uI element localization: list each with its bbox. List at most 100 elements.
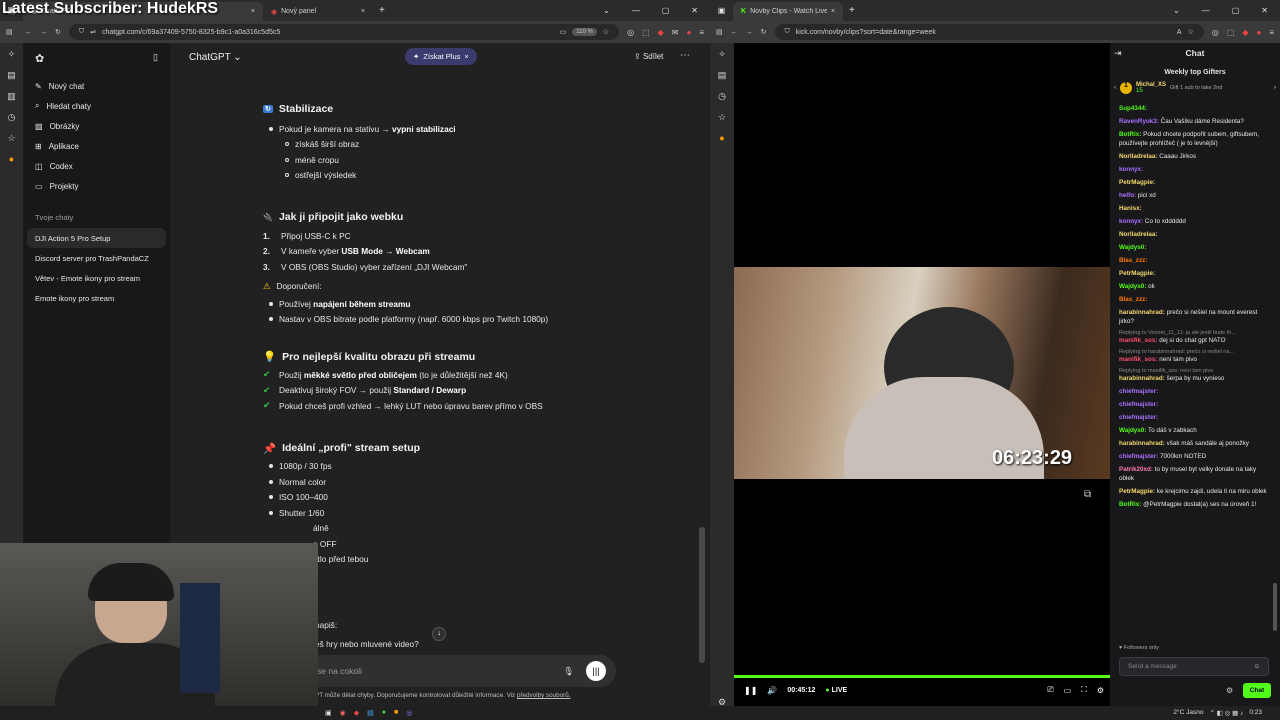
extension-icon[interactable]: ◆ [1242, 28, 1248, 37]
history-icon[interactable]: ◷ [718, 91, 726, 102]
chat-username[interactable]: chiefmajster: [1119, 453, 1158, 460]
menu-icon[interactable]: ≡ [699, 28, 704, 37]
extension-icon[interactable]: ✉ [672, 28, 679, 37]
close-sidebar-icon[interactable]: ▯ [153, 52, 158, 65]
tab-list-icon[interactable]: ⌄ [1173, 6, 1180, 15]
theater-icon[interactable]: ▭ [1064, 686, 1072, 695]
chat-username[interactable]: harabinnahrad: [1119, 375, 1165, 382]
video-player[interactable]: 06:23:29 ⧉ ❚❚ 🔊 00:45:12 ● LIVE ⎚ ▭ ⛶ ⚙ [734, 43, 1110, 713]
app-icon[interactable]: ◉ [340, 709, 346, 717]
chat-username[interactable]: PetrMagpie: [1119, 179, 1155, 186]
url-field[interactable]: ⛉ kick.com/novby/clips?sort=date&range=we… [774, 24, 1204, 40]
tab-new[interactable]: ◉ Nový panel × [263, 2, 373, 21]
extension-icon[interactable]: ⬚ [642, 28, 650, 37]
more-options-icon[interactable]: ⋯ [680, 50, 690, 61]
forward-icon[interactable]: → [746, 29, 753, 36]
microphone-icon[interactable]: 🎙 [563, 666, 574, 677]
volume-icon[interactable]: 🔊 [767, 686, 777, 695]
sidebar-item-apps[interactable]: ⊞ Aplikace [23, 136, 170, 156]
chat-username[interactable]: BotRix: [1119, 501, 1141, 508]
progress-track[interactable] [734, 675, 1110, 678]
chat-item[interactable]: Discord server pro TrashPandaCZ [23, 248, 170, 268]
chat-username[interactable]: Wajdys0: [1119, 427, 1146, 434]
emoji-icon[interactable]: ☺ [1253, 663, 1260, 670]
chat-username[interactable]: Blas_zzz: [1119, 257, 1147, 264]
chat-username[interactable]: manifik_sos: [1119, 337, 1158, 344]
clock[interactable]: 0:23 [1249, 709, 1262, 717]
tab-kick[interactable]: K Novby Clips - Watch Live o × [733, 2, 843, 21]
chat-username[interactable]: manifik_sos: [1119, 356, 1158, 363]
picture-in-picture-icon[interactable]: ⧉ [1084, 489, 1091, 500]
collapse-chat-icon[interactable]: ⇥ [1114, 48, 1122, 59]
chevron-right-icon[interactable]: › [1274, 85, 1276, 91]
voice-mode-button[interactable]: ||| [586, 661, 606, 681]
extension-icon[interactable]: ● [9, 154, 14, 164]
composer-input[interactable]: se na cokoli [317, 666, 362, 676]
app-icon[interactable]: ◆ [354, 709, 359, 717]
new-tab-button[interactable]: + [843, 5, 861, 16]
star-icon[interactable]: ☆ [718, 112, 726, 123]
translate-icon[interactable]: A [1177, 29, 1182, 36]
sidebar-icon[interactable]: ▤ [6, 28, 17, 36]
bookmarks-icon[interactable]: ▤ [718, 70, 727, 81]
message-input[interactable]: Send a message ☺ [1119, 657, 1269, 676]
send-chat-button[interactable]: Chat [1243, 683, 1271, 698]
chat-username[interactable]: Hanisx: [1119, 205, 1142, 212]
tray-icons[interactable]: ⌃ ◧ ◎ ▦ ♪ [1209, 709, 1243, 717]
minimize-icon[interactable]: — [632, 6, 640, 15]
new-tab-button[interactable]: + [373, 5, 391, 16]
share-button[interactable]: ⇪ Sdílet [634, 52, 663, 61]
bookmarks-icon[interactable]: ▤ [7, 70, 16, 81]
url-field[interactable]: ⛉ ⇌ chatgpt.com/c/69a37409-5750-8325-b9c1… [68, 24, 620, 40]
zoom-badge[interactable]: 110 % [572, 28, 597, 36]
chat-username[interactable]: chiefmajster: [1119, 388, 1158, 395]
maximize-icon[interactable]: ▢ [662, 6, 670, 15]
pause-icon[interactable]: ❚❚ [744, 686, 757, 695]
extension-icon[interactable]: ● [1256, 28, 1261, 37]
app-icon[interactable]: ■ [394, 709, 398, 717]
chat-username[interactable]: chiefmajster: [1119, 414, 1158, 421]
get-plus-button[interactable]: ✦ Získat Plus × [405, 48, 477, 65]
sidebar-toggle-icon[interactable]: ▣ [710, 6, 733, 15]
preferences-link[interactable]: předvolby souborů. [517, 692, 571, 699]
chat-username[interactable]: Sup4344: [1119, 105, 1147, 112]
settings-icon[interactable]: ⚙ [1097, 686, 1104, 695]
chat-username[interactable]: Norlladrelaa: [1119, 153, 1158, 160]
chat-username[interactable]: RavenRyuk3: [1119, 118, 1159, 125]
sidebar-item-search[interactable]: ⌕ Hledat chaty [23, 96, 170, 116]
extension-icon[interactable]: ◎ [627, 28, 634, 37]
chevron-left-icon[interactable]: ‹ [1114, 85, 1116, 91]
extension-icon[interactable]: ◆ [658, 28, 664, 37]
chat-scrollbar[interactable] [1273, 583, 1277, 631]
reload-icon[interactable]: ↻ [761, 28, 767, 36]
tab-list-icon[interactable]: ⌄ [603, 6, 610, 15]
chat-username[interactable]: PetrMagpie: [1119, 488, 1155, 495]
model-selector[interactable]: ChatGPT ⌄ [189, 52, 242, 63]
bookmark-star-icon[interactable]: ☆ [1188, 28, 1194, 36]
chat-username[interactable]: Wajdys0: [1119, 244, 1146, 251]
chat-username[interactable]: Patrik20xd: [1119, 466, 1153, 473]
close-window-icon[interactable]: ✕ [1261, 6, 1268, 15]
chat-username[interactable]: harabinnahrad: [1119, 309, 1165, 316]
app-icon[interactable]: ◎ [406, 709, 412, 717]
sidebar-item-projects[interactable]: ▭ Projekty [23, 176, 170, 196]
scrollbar[interactable] [699, 527, 705, 663]
chat-item-active[interactable]: DJI Action 5 Pro Setup [27, 228, 166, 248]
app-icon[interactable]: ▣ [325, 709, 332, 717]
chat-username[interactable]: chiefmajster: [1119, 401, 1158, 408]
chat-username[interactable]: PetrMagpie: [1119, 270, 1155, 277]
chat-settings-icon[interactable]: ⚙ [1226, 686, 1233, 695]
app-icon[interactable]: ● [382, 709, 386, 717]
chat-username[interactable]: Norlladrelaa: [1119, 231, 1158, 238]
ai-icon[interactable]: ✧ [718, 49, 726, 60]
weather-status[interactable]: 2°C Jasno [1173, 709, 1203, 717]
chat-username[interactable]: Blas_zzz: [1119, 296, 1147, 303]
menu-icon[interactable]: ≡ [1269, 28, 1274, 37]
extension-icon[interactable]: ◎ [1212, 28, 1219, 37]
forward-icon[interactable]: → [40, 29, 47, 36]
openai-logo-icon[interactable]: ✿ [35, 52, 44, 65]
back-icon[interactable]: ← [731, 29, 738, 36]
scroll-down-button[interactable]: ↓ [432, 627, 446, 641]
chat-username[interactable]: harabinnahrad: [1119, 440, 1165, 447]
chat-username[interactable]: konnyx: [1119, 166, 1143, 173]
